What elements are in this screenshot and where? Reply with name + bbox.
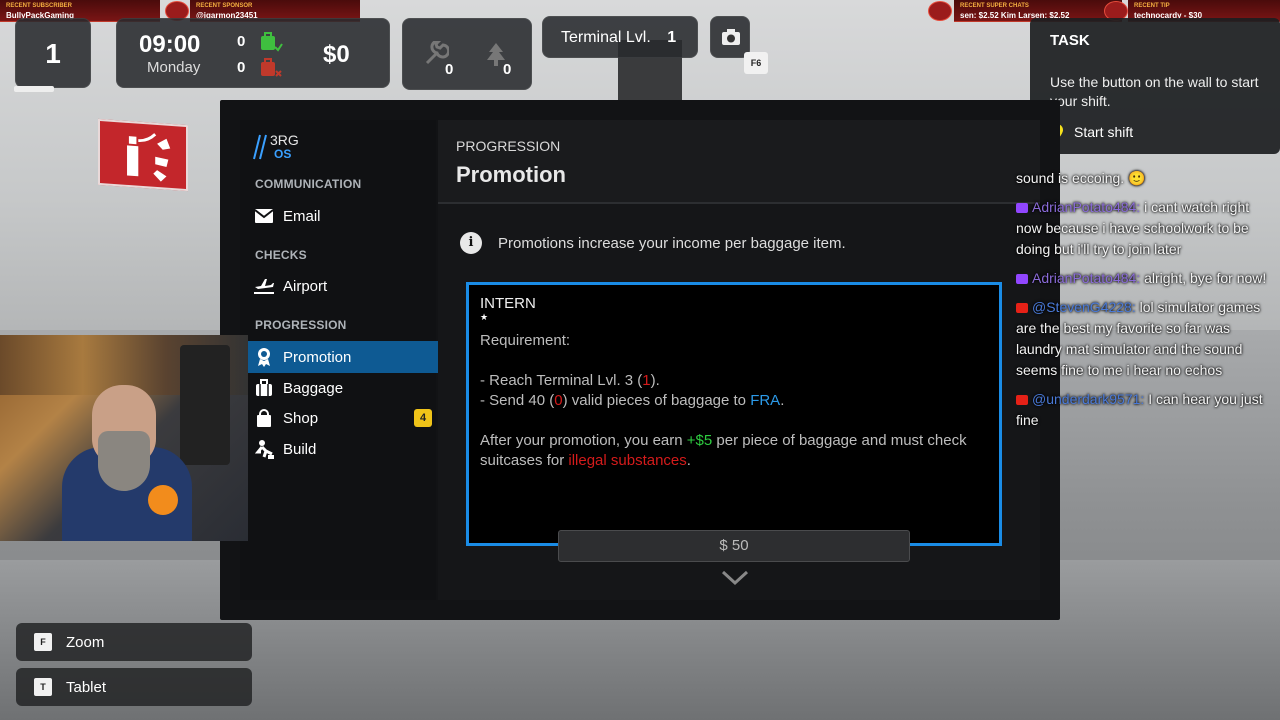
tree-count: 0 [503,61,512,78]
tool-count: 0 [445,61,454,78]
tablet-window: 3RG OS COMMUNICATION Email CHECKS Airpor… [220,100,1060,620]
twitch-icon [1016,274,1028,285]
screenshot-button[interactable] [710,16,750,58]
logo-slash-icon [253,134,267,160]
suitcase-icon [256,379,272,396]
start-shift-label: Start shift [1074,124,1134,140]
tablet-content: PROGRESSION Promotion i Promotions incre… [438,120,1040,600]
nav-item-email[interactable]: Email [248,200,438,232]
logo-text-1: 3RG [270,132,299,148]
nav-item-build[interactable]: Build [248,433,438,465]
bags-bad-count: 0 [237,59,246,76]
chat-message: @StevenG4228: lol simulator games are th… [1016,299,1261,378]
content-category: PROGRESSION [456,138,561,154]
content-header: PROGRESSION Promotion [438,120,1040,204]
nav-label: Shop [283,409,319,427]
nav-item-shop[interactable]: Shop 4 [248,402,438,434]
nav-label: Build [283,440,317,458]
promotion-benefit: After your promotion, you earn +$5 per p… [480,432,967,469]
clock-weekday: Monday [147,59,201,76]
start-shift-action[interactable]: Start shift [1050,123,1260,141]
bag-rejected-icon [259,57,283,79]
tablet-control[interactable]: T Tablet [16,668,252,706]
info-text: Promotions increase your income per bagg… [498,234,846,252]
nav-item-baggage[interactable]: Baggage [248,372,438,404]
promotion-card[interactable]: INTERN ★ Requirement: - Reach Terminal L… [466,282,1002,546]
channel-badge-icon [928,1,952,21]
page-title: Promotion [456,162,566,187]
section-communication: COMMUNICATION [255,177,362,191]
terminal-level-label: Terminal Lvl. [561,29,651,46]
requirement-baggage: - Send 40 (0) valid pieces of baggage to… [480,392,785,409]
nav-label: Email [283,207,321,225]
promotion-price-button[interactable]: $ 50 [558,530,910,562]
day-progress-bar [14,86,54,92]
clock-panel: 09:00 Monday 0 0 $0 [116,18,390,88]
webcam-overlay [0,335,248,541]
twitch-icon [1016,203,1028,214]
tablet-sidebar: 3RG OS COMMUNICATION Email CHECKS Airpor… [240,120,438,600]
section-progression: PROGRESSION [255,318,347,332]
task-panel: TASK Use the button on the wall to start… [1030,18,1280,154]
nav-item-promotion[interactable]: Promotion [248,341,438,373]
chat-message: sound is eccoing. 🙂 [1016,170,1146,186]
nav-label: Airport [283,277,328,295]
chat-message: AdrianPotato484: alright, bye for now! [1016,268,1276,289]
award-ribbon-icon [258,348,270,367]
stream-chat: sound is eccoing. 🙂 AdrianPotato484: i c… [1016,168,1276,439]
youtube-icon [1016,395,1028,406]
terminal-level-panel: Terminal Lvl. 1 [542,16,698,58]
os-logo: 3RG OS [253,132,299,161]
info-icon: i [460,232,482,254]
task-description: Use the button on the wall to start your… [1050,74,1259,109]
logo-text-2: OS [274,147,292,161]
airplane-icon [254,279,274,294]
build-worker-icon [254,440,274,459]
section-checks: CHECKS [255,248,307,262]
nav-label: Promotion [283,348,352,366]
resources-panel: 0 0 [402,18,532,90]
info-message: i Promotions increase your income per ba… [460,232,846,254]
bags-ok-count: 0 [237,33,246,50]
role-title: INTERN [480,295,536,312]
screenshot-key-hint: F6 [744,52,768,74]
nav-item-airport[interactable]: Airport [248,270,438,302]
chevron-down-icon[interactable] [720,568,750,588]
clock-time: 09:00 [139,31,201,58]
terminal-level-value: 1 [667,29,677,46]
chat-message: AdrianPotato484: i cant watch right now … [1016,199,1250,257]
banner-label: RECENT TIP [1134,3,1170,9]
banner-label: RECENT SUBSCRIBER [6,3,73,9]
banner-label: RECENT SPONSOR [196,3,253,9]
banner-label: RECENT SUPER CHATS [960,3,1029,9]
shopping-bag-icon [257,409,271,427]
day-counter: 1 [15,18,91,88]
email-icon [255,209,273,223]
zoom-key: F [34,633,52,651]
tablet-label: Tablet [66,678,107,696]
task-heading: TASK [1050,32,1090,49]
youtube-icon [1016,303,1028,314]
shop-notification-badge: 4 [414,409,432,427]
money-display: $0 [323,41,350,68]
rank-star-icon: ★ [480,312,489,322]
microphone-icon [148,485,178,515]
nav-label: Baggage [283,379,344,397]
requirement-label: Requirement: [480,332,571,349]
fire-extinguisher-sign-icon [98,118,188,192]
requirement-terminal: - Reach Terminal Lvl. 3 (1). [480,372,660,389]
zoom-label: Zoom [66,633,105,651]
chat-message: @underdark9571: I can hear you just fine [1016,391,1263,428]
bag-approved-icon [259,31,283,53]
tablet-key: T [34,678,52,696]
zoom-control[interactable]: F Zoom [16,623,252,661]
